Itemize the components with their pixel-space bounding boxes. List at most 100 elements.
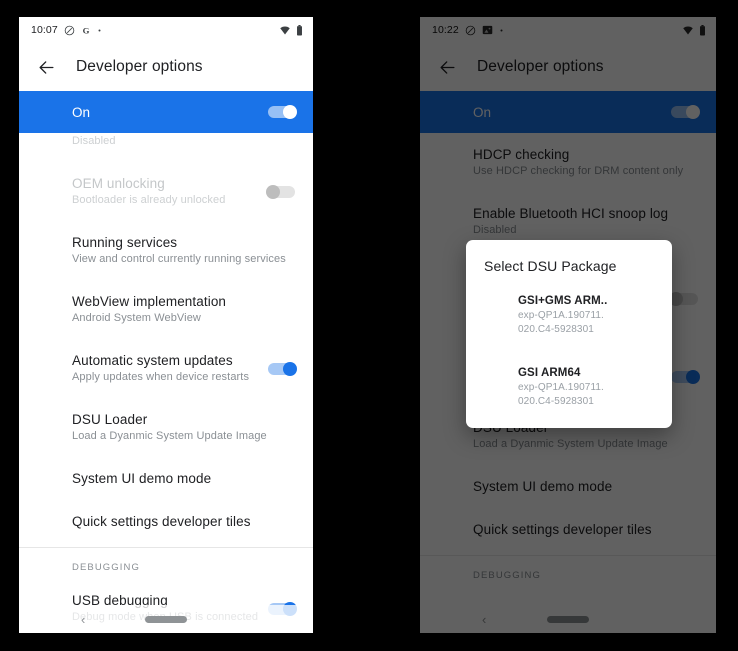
status-bar-right-group: [682, 24, 706, 36]
list-item-system-ui-demo-mode[interactable]: System UI demo mode: [420, 465, 716, 508]
app-bar-left: Developer options: [19, 43, 313, 91]
list-item-texts: Quick settings developer tiles: [72, 513, 297, 530]
list-item-texts: System UI demo mode: [473, 478, 700, 495]
dialog-option-name: GSI ARM64: [518, 367, 581, 379]
toggle-knob: [686, 369, 700, 384]
list-item-texts: OEM unlocking Bootloader is already unlo…: [72, 175, 266, 208]
status-bar-right: 10:22: [420, 17, 716, 43]
list-item-texts: HDCP checking Use HDCP checking for DRM …: [473, 146, 700, 179]
list-item-system-ui-demo-mode[interactable]: System UI demo mode: [19, 457, 313, 500]
phone-screenshot-right: 10:22 Developer options On HDCP checking…: [420, 17, 716, 633]
phone-screenshot-left: 10:07 G Developer options On Disabled OE…: [19, 17, 313, 633]
list-item-hdcp-checking[interactable]: HDCP checking Use HDCP checking for DRM …: [420, 133, 716, 192]
status-bar-left: 10:07 G: [19, 17, 313, 43]
list-item-webview-implementation[interactable]: WebView implementation Android System We…: [19, 280, 313, 339]
list-item[interactable]: Disabled: [19, 133, 313, 162]
list-item-subtitle: Load a Dyanmic System Update Image: [72, 430, 267, 442]
list-item-quick-settings-developer-tiles[interactable]: Quick settings developer tiles: [420, 508, 716, 551]
list-item-title: WebView implementation: [72, 294, 227, 309]
list-item-subtitle: Android System WebView: [72, 312, 201, 324]
dialog-option-gsi-arm64[interactable]: GSI ARM64 exp-QP1A.190711. 020.C4-592830…: [466, 360, 672, 414]
list-item-automatic-system-updates[interactable]: Automatic system updates Apply updates w…: [19, 339, 313, 398]
developer-options-master-switch-row[interactable]: On: [420, 91, 716, 133]
navigation-bar-right: ‹: [420, 605, 716, 633]
master-switch-label: On: [473, 104, 492, 120]
list-item-title: Automatic system updates: [72, 353, 233, 368]
list-item-title: Running services: [72, 235, 178, 250]
nav-home-pill-icon[interactable]: [547, 615, 589, 623]
list-item-title: Quick settings developer tiles: [473, 522, 652, 537]
list-item-texts: Quick settings developer tiles: [473, 521, 700, 538]
dot-icon: [500, 29, 503, 31]
list-item-title: HDCP checking: [473, 147, 570, 162]
google-g-icon: G: [82, 25, 89, 35]
master-switch-label: On: [72, 104, 91, 120]
developer-options-master-switch-row[interactable]: On: [19, 91, 313, 133]
list-item-running-services[interactable]: Running services View and control curren…: [19, 221, 313, 280]
list-item-title: DSU Loader: [72, 412, 148, 427]
section-header-debugging: DEBUGGING: [473, 570, 541, 581]
back-arrow-icon[interactable]: [434, 54, 460, 80]
list-item-texts: DSU Loader Load a Dyanmic System Update …: [72, 411, 297, 444]
toggle-knob: [266, 184, 280, 199]
screenshot-icon: [482, 25, 493, 35]
page-title: Developer options: [76, 58, 203, 75]
automatic-system-updates-toggle[interactable]: [266, 361, 297, 376]
nav-back-icon[interactable]: ‹: [81, 613, 85, 626]
dialog-option-build-line2: 020.C4-5928301: [518, 323, 594, 335]
dnd-icon: [64, 25, 75, 35]
battery-icon: [297, 24, 302, 35]
dialog-option-gsi-gms-arm[interactable]: GSI+GMS ARM.. exp-QP1A.190711. 020.C4-59…: [466, 288, 672, 342]
master-switch-toggle[interactable]: [266, 105, 297, 119]
automatic-system-updates-toggle[interactable]: [669, 369, 700, 384]
select-dsu-package-dialog: Select DSU Package GSI+GMS ARM.. exp-QP1…: [466, 240, 672, 428]
list-item-quick-settings-developer-tiles[interactable]: Quick settings developer tiles: [19, 500, 313, 543]
svg-text:G: G: [82, 25, 89, 35]
nav-home-pill-icon[interactable]: [145, 615, 187, 623]
list-item-texts: WebView implementation Android System We…: [72, 293, 297, 326]
screen-right: 10:22 Developer options On HDCP checking…: [420, 17, 716, 633]
wifi-icon: [683, 26, 693, 35]
list-item-title: System UI demo mode: [473, 479, 613, 494]
list-item-texts: Enable Bluetooth HCI snoop log Disabled: [473, 205, 700, 238]
back-arrow-icon[interactable]: [33, 54, 59, 80]
list-item-title: OEM unlocking: [72, 176, 165, 191]
list-item-dsu-loader[interactable]: DSU Loader Load a Dyanmic System Update …: [19, 398, 313, 457]
toggle-knob: [283, 361, 297, 376]
nav-back-icon[interactable]: ‹: [482, 613, 486, 626]
list-item-subtitle: Bootloader is already unlocked: [72, 194, 226, 206]
navigation-bar-left: ‹: [19, 605, 313, 633]
list-item-title: System UI demo mode: [72, 471, 212, 486]
list-item-title: Quick settings developer tiles: [72, 514, 251, 529]
list-item-texts: System UI demo mode: [72, 470, 297, 487]
dialog-option-name: GSI+GMS ARM..: [518, 295, 608, 307]
app-bar-right: Developer options: [420, 43, 716, 91]
toggle-knob: [686, 105, 700, 119]
oem-unlocking-toggle[interactable]: [266, 184, 297, 199]
list-item-subtitle: Disabled: [473, 224, 517, 236]
screen-left: 10:07 G Developer options On Disabled OE…: [19, 17, 313, 633]
dialog-option-build-line1: exp-QP1A.190711.: [518, 382, 604, 393]
status-bar-right-group: [279, 24, 303, 36]
section-header-debugging: DEBUGGING: [72, 562, 140, 573]
wifi-icon: [280, 26, 290, 35]
dialog-option-build-line1: exp-QP1A.190711.: [518, 310, 604, 321]
list-item-texts: Automatic system updates Apply updates w…: [72, 352, 266, 385]
list-item-texts: Running services View and control curren…: [72, 234, 297, 267]
list-item-subtitle: Load a Dyanmic System Update Image: [473, 438, 668, 450]
list-item-subtitle: View and control currently running servi…: [72, 253, 286, 265]
status-bar-left-group: 10:22: [432, 24, 504, 36]
list-item-subtitle: Apply updates when device restarts: [72, 371, 250, 383]
status-bar-left-group: 10:07 G: [31, 24, 102, 36]
obscured-row-toggle[interactable]: [669, 292, 700, 306]
battery-icon: [700, 24, 705, 35]
list-item-subtitle: Use HDCP checking for DRM content only: [473, 165, 684, 177]
toggle-knob: [283, 105, 297, 119]
settings-list-left: Disabled OEM unlocking Bootloader is alr…: [19, 133, 313, 633]
list-item-oem-unlocking[interactable]: OEM unlocking Bootloader is already unlo…: [19, 162, 313, 221]
page-title: Developer options: [477, 58, 604, 75]
status-clock: 10:22: [432, 24, 459, 36]
master-switch-toggle[interactable]: [669, 105, 700, 119]
dot-icon: [98, 29, 101, 31]
dnd-icon: [465, 25, 476, 35]
